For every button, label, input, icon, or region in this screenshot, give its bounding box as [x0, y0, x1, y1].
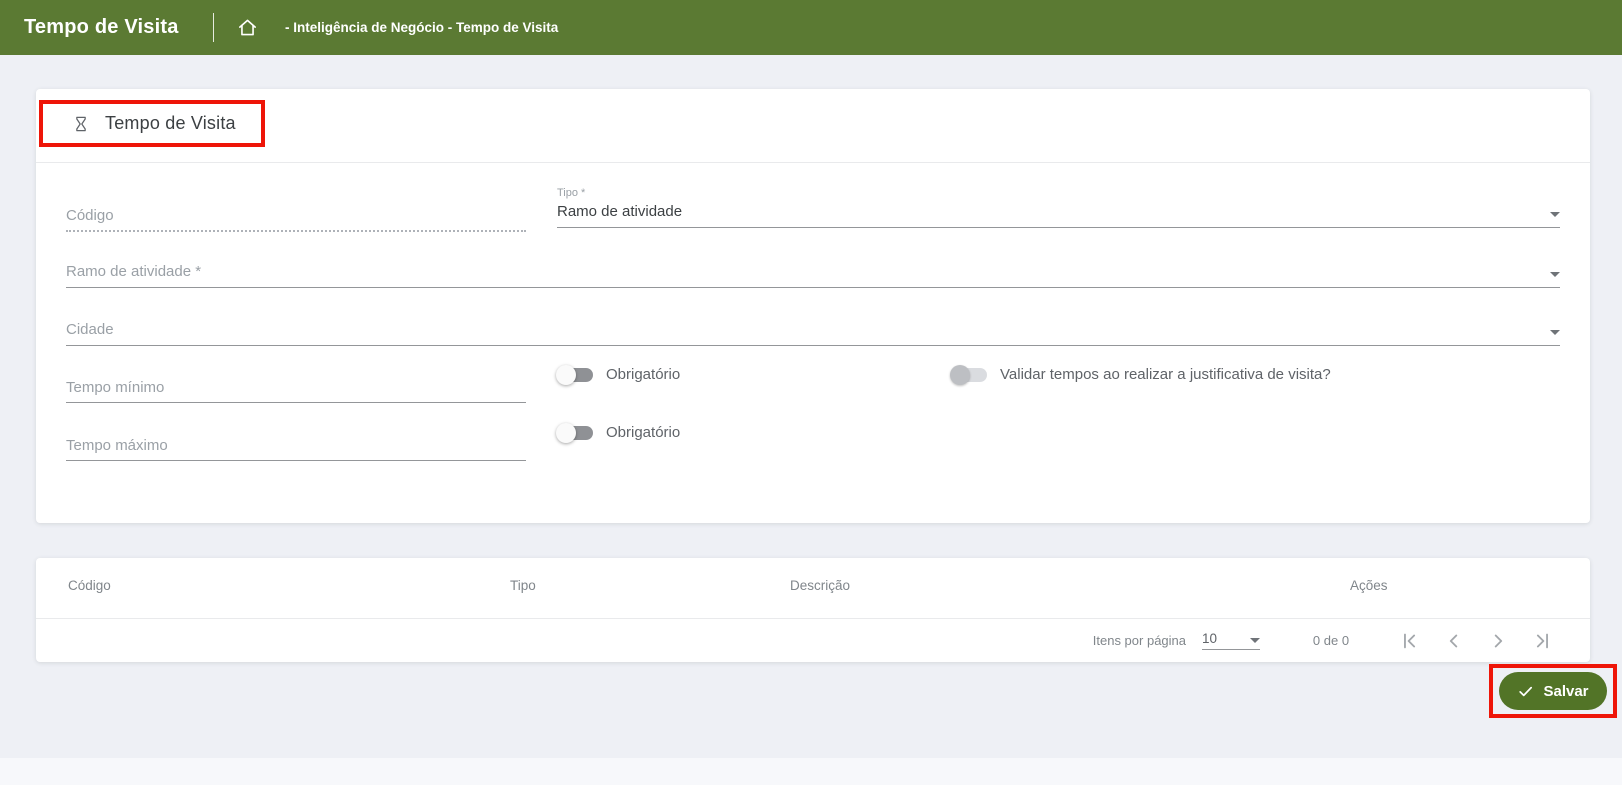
- codigo-field[interactable]: [66, 207, 526, 232]
- cidade-placeholder: Cidade: [66, 321, 114, 338]
- form-card: Tempo de Visita Tipo * Ramo de atividade…: [36, 89, 1590, 523]
- page-title: Tempo de Visita: [24, 16, 179, 38]
- chevron-down-icon: [1250, 638, 1260, 643]
- obrigatorio-min-toggle[interactable]: [556, 364, 593, 385]
- tempo-maximo-input[interactable]: [66, 437, 526, 461]
- tipo-label: Tipo *: [557, 187, 586, 199]
- cidade-select[interactable]: Cidade: [66, 319, 1560, 346]
- first-page-button[interactable]: [1388, 621, 1432, 661]
- tipo-value: Ramo de atividade: [557, 203, 683, 220]
- hourglass-icon: [71, 114, 91, 134]
- first-page-icon: [1404, 633, 1416, 648]
- annotation-box-section-title: Tempo de Visita: [39, 100, 265, 147]
- last-page-button[interactable]: [1520, 621, 1564, 661]
- ramo-atividade-select[interactable]: Ramo de atividade *: [66, 261, 1560, 288]
- save-button[interactable]: Salvar: [1499, 672, 1607, 710]
- next-page-button[interactable]: [1476, 621, 1520, 661]
- codigo-input[interactable]: [66, 207, 526, 232]
- header-divider: [213, 13, 214, 42]
- annotation-box-save-button: Salvar: [1489, 664, 1617, 718]
- section-divider: [36, 162, 1590, 163]
- paginator-range: 0 de 0: [1312, 633, 1350, 648]
- col-header-codigo: Código: [68, 578, 111, 593]
- tempo-minimo-field[interactable]: [66, 379, 526, 403]
- chevron-down-icon: [1550, 330, 1560, 335]
- validar-tempos-label: Validar tempos ao realizar a justificati…: [1000, 366, 1331, 383]
- chevron-left-icon: [1449, 634, 1458, 647]
- obrigatorio-max-toggle[interactable]: [556, 422, 593, 443]
- home-icon[interactable]: [236, 16, 259, 39]
- bottom-strip: [0, 758, 1622, 785]
- col-header-descricao: Descrição: [790, 578, 851, 593]
- save-button-label: Salvar: [1543, 682, 1589, 700]
- chevron-right-icon: [1494, 634, 1503, 647]
- items-per-page-select[interactable]: 10: [1202, 631, 1260, 650]
- breadcrumb: - Inteligência de Negócio - Tempo de Vis…: [285, 20, 559, 35]
- table-card: Código Tipo Descrição Ações Itens por pá…: [36, 558, 1590, 662]
- last-page-icon: [1536, 633, 1548, 648]
- paginator: Itens por página 10 0 de 0: [1093, 619, 1564, 662]
- app-header: Tempo de Visita - Inteligência de Negóci…: [0, 0, 1622, 55]
- tempo-maximo-field[interactable]: [66, 437, 526, 461]
- items-per-page-value: 10: [1202, 631, 1218, 646]
- tipo-select[interactable]: Tipo * Ramo de atividade: [557, 187, 1560, 228]
- col-header-acoes: Ações: [1350, 578, 1388, 593]
- obrigatorio-max-label: Obrigatório: [606, 424, 681, 441]
- col-header-tipo: Tipo: [510, 578, 536, 593]
- ramo-atividade-placeholder: Ramo de atividade *: [66, 263, 202, 280]
- tempo-minimo-input[interactable]: [66, 379, 526, 403]
- previous-page-button[interactable]: [1432, 621, 1476, 661]
- chevron-down-icon: [1550, 272, 1560, 277]
- obrigatorio-min-label: Obrigatório: [606, 366, 681, 383]
- items-per-page-label: Itens por página: [1092, 633, 1186, 648]
- validar-tempos-toggle[interactable]: [950, 364, 987, 385]
- chevron-down-icon: [1550, 212, 1560, 217]
- section-title: Tempo de Visita: [105, 113, 236, 133]
- check-icon: [1519, 686, 1533, 696]
